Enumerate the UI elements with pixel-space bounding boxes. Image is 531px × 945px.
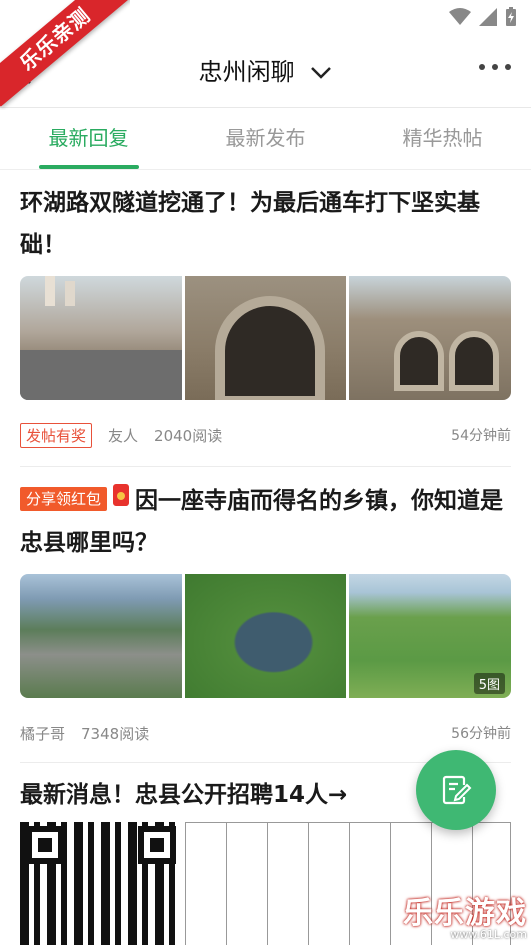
post-title: 环湖路双隧道挖通了！为最后通车打下坚实基础！	[20, 190, 480, 258]
post-title-row: 分享领红包 因一座寺庙而得名的乡镇，你知道是忠县哪里吗？	[20, 480, 511, 564]
ribbon-watermark: 乐乐亲测	[0, 0, 130, 110]
post-meta: 发帖有奖 友人 2040阅读 54分钟前	[20, 422, 511, 448]
chevron-down-icon	[311, 67, 332, 79]
divider	[20, 466, 511, 467]
post-card[interactable]: 环湖路双隧道挖通了！为最后通车打下坚实基础！ 发帖有奖 友人 2040阅读 54…	[20, 182, 511, 448]
post-reads: 7348阅读	[81, 724, 150, 743]
compose-icon	[442, 775, 472, 805]
site-watermark: 乐乐游戏 www.61L.com	[403, 888, 527, 941]
post-image[interactable]	[349, 276, 511, 400]
post-image[interactable]	[184, 574, 347, 698]
post-image[interactable]	[20, 574, 182, 698]
post-images: 5图	[20, 574, 511, 698]
redpacket-badge: 分享领红包	[20, 487, 108, 511]
tab-latest-reply[interactable]: 最新回复	[0, 108, 177, 169]
post-time: 54分钟前	[451, 428, 511, 444]
post-image[interactable]: 5图	[349, 574, 511, 698]
battery-icon	[506, 7, 516, 26]
tab-latest-post[interactable]: 最新发布	[177, 108, 354, 169]
post-image[interactable]	[184, 276, 347, 400]
reward-badge: 发帖有奖	[20, 422, 93, 448]
post-images	[20, 276, 511, 400]
post-reads: 2040阅读	[154, 426, 223, 445]
page-title: 忠州闲聊	[198, 58, 295, 86]
more-dots-icon[interactable]	[479, 64, 511, 70]
watermark-brand: 乐乐游戏	[403, 896, 527, 931]
post-author[interactable]: 橘子哥	[20, 723, 65, 744]
tab-featured[interactable]: 精华热帖	[354, 108, 531, 169]
wifi-icon	[449, 8, 471, 25]
post-meta: 橘子哥 7348阅读 56分钟前	[20, 720, 511, 746]
post-image[interactable]	[20, 276, 182, 400]
red-envelope-icon	[113, 484, 130, 506]
post-card[interactable]: 分享领红包 因一座寺庙而得名的乡镇，你知道是忠县哪里吗？ 5图 橘子哥 7348阅…	[20, 480, 511, 746]
image-count-badge: 5图	[473, 673, 506, 694]
post-time: 56分钟前	[451, 726, 511, 742]
qr-code-image[interactable]	[20, 822, 182, 945]
signal-icon	[479, 8, 497, 26]
ribbon-text: 乐乐亲测	[0, 0, 130, 107]
tab-bar: 最新回复 最新发布 精华热帖	[0, 108, 531, 170]
post-author[interactable]: 友人	[108, 425, 138, 446]
compose-post-button[interactable]	[416, 750, 496, 830]
